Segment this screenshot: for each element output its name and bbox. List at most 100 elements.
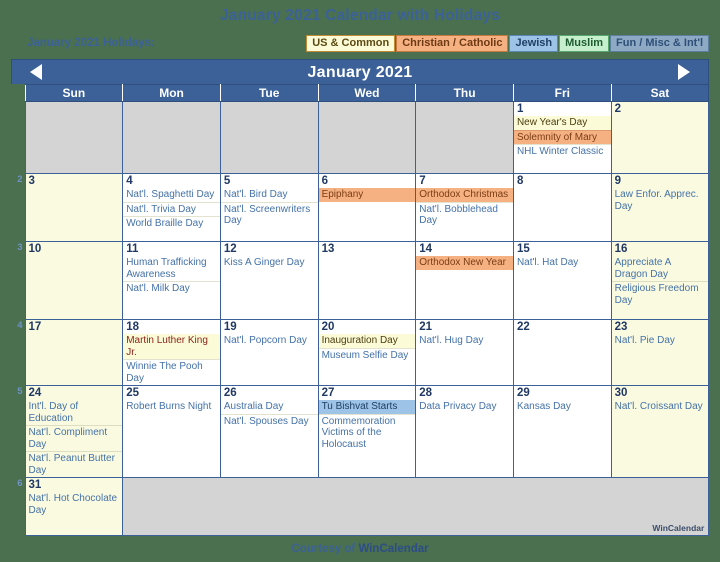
holiday-event[interactable]: Nat'l. Croissant Day	[612, 400, 708, 414]
calendar-day-cell[interactable]: 11 Human Trafficking Awareness Nat'l. Milk…	[122, 241, 221, 320]
page-title: January 2021 Calendar with Holidays	[219, 7, 501, 24]
holiday-event[interactable]: Museum Selfie Day	[319, 347, 415, 363]
holiday-event[interactable]: Epiphany	[319, 188, 415, 202]
holiday-event[interactable]: Winnie The Pooh Day	[123, 359, 220, 385]
holiday-event[interactable]: Law Enfor. Apprec. Day	[612, 188, 708, 213]
previous-month-arrow-icon[interactable]	[30, 64, 42, 80]
calendar-day-cell[interactable]: 24 Int'l. Day of Education Nat'l. Complime…	[24, 385, 124, 478]
holiday-event[interactable]: Nat'l. Compliment Day	[25, 425, 122, 451]
holiday-event[interactable]: Nat'l. Hug Day	[417, 334, 513, 348]
holiday-event[interactable]: Nat'l. Trivia Day	[123, 201, 220, 217]
holiday-event[interactable]: Solemnity of Mary	[514, 129, 611, 144]
holiday-event[interactable]: Kiss A Ginger Day	[221, 256, 317, 270]
calendar-day-cell[interactable]: 29 Kansas Day	[512, 385, 612, 478]
calendar-day-cell[interactable]: 13	[317, 241, 417, 320]
holiday-event[interactable]: World Braille Day	[123, 216, 220, 231]
legend-badge-fun[interactable]: Fun / Misc & Int'l	[610, 34, 709, 52]
calendar-day-cell-empty	[317, 101, 417, 174]
calendar-day-cell[interactable]: 17	[24, 319, 124, 386]
legend-label: January 2021 Holidays:	[27, 37, 155, 49]
calendar-day-cell[interactable]: 14 Orthodox New Year	[415, 241, 514, 320]
calendar-page: January 2021 Calendar with Holidays Janu…	[0, 0, 720, 562]
holiday-event[interactable]: Kansas Day	[514, 400, 610, 414]
holiday-event[interactable]: Nat'l. Bird Day	[221, 188, 317, 202]
day-events: Orthodox Christmas Nat'l. Bobblehead Day	[416, 188, 513, 228]
holiday-event[interactable]: Int'l. Day of Education	[26, 400, 122, 425]
calendar-day-cell[interactable]: 31 Nat'l. Hot Chocolate Day	[24, 477, 124, 536]
wincalendar-watermark: WinCalendar	[652, 523, 705, 533]
day-events: Tu Bishvat Starts Commemoration Victims o…	[319, 400, 415, 452]
day-events: Human Trafficking Awareness Nat'l. Milk D…	[123, 256, 220, 296]
calendar-day-cell[interactable]: 30 Nat'l. Croissant Day	[610, 385, 710, 478]
calendar-day-cell[interactable]: 16 Appreciate A Dragon Day Religious Freed…	[610, 241, 710, 320]
holiday-event[interactable]: Human Trafficking Awareness	[124, 256, 220, 281]
holiday-event[interactable]: New Year's Day	[514, 116, 611, 130]
calendar-grid: Sun Mon Tue Wed Thu Fri Sat 1 New Year's Day Sol…	[11, 84, 710, 536]
day-number: 26	[223, 387, 237, 399]
calendar-day-cell[interactable]: 28 Data Privacy Day	[415, 385, 514, 478]
week-number	[11, 101, 25, 174]
holiday-event[interactable]: Data Privacy Day	[417, 400, 513, 414]
calendar-day-cell[interactable]: 5 Nat'l. Bird Day Nat'l. Screenwriters Day	[219, 173, 319, 242]
holiday-event[interactable]: Orthodox New Year	[416, 256, 513, 270]
day-number: 25	[126, 387, 139, 399]
calendar-day-cell[interactable]: 23 Nat'l. Pie Day	[610, 319, 710, 386]
calendar-day-cell[interactable]: 20 Inauguration Day Museum Selfie Day	[317, 319, 417, 386]
day-number: 4	[126, 175, 133, 187]
calendar-day-cell[interactable]: 9 Law Enfor. Apprec. Day	[610, 173, 710, 242]
calendar-day-cell[interactable]: 26 Australia Day Nat'l. Spouses Day	[219, 385, 319, 478]
holiday-event[interactable]: Nat'l. Bobblehead Day	[416, 201, 513, 228]
calendar-day-cell[interactable]: 21 Nat'l. Hug Day	[415, 319, 514, 386]
calendar-day-cell[interactable]: 4 Nat'l. Spaghetti Day Nat'l. Trivia Day Wo…	[122, 173, 221, 242]
holiday-event[interactable]: Appreciate A Dragon Day	[612, 256, 708, 281]
holiday-event[interactable]: Commemoration Victims of the Holocaust	[319, 413, 415, 452]
calendar-day-cell[interactable]: 6 Epiphany	[317, 173, 417, 242]
calendar-week-row: 5 24 Int'l. Day of Education Nat'l. Complim…	[11, 385, 710, 478]
day-events: Inauguration Day Museum Selfie Day	[319, 334, 415, 363]
holiday-event[interactable]: Robert Burns Night	[124, 400, 220, 414]
holiday-event[interactable]: Nat'l. Popcorn Day	[221, 334, 317, 348]
calendar-day-cell[interactable]: 22	[512, 319, 612, 386]
holiday-event[interactable]: Tu Bishvat Starts	[319, 400, 415, 414]
calendar-day-cell[interactable]: 15 Nat'l. Hat Day	[512, 241, 612, 320]
legend-badge-chr[interactable]: Christian / Catholic	[396, 34, 509, 52]
legend-badge-us[interactable]: US & Common	[306, 34, 396, 52]
holiday-event[interactable]: NHL Winter Classic	[514, 144, 611, 159]
weekday-header-wed: Wed	[317, 84, 417, 102]
legend-badge-jew[interactable]: Jewish	[509, 34, 559, 52]
calendar-day-cell[interactable]: 2	[610, 101, 710, 174]
calendar-day-cell[interactable]: 7 Orthodox Christmas Nat'l. Bobblehead Day	[415, 173, 514, 242]
calendar-day-cell[interactable]: 27 Tu Bishvat Starts Commemoration Victims…	[317, 385, 417, 478]
next-month-arrow-icon[interactable]	[678, 64, 690, 80]
holiday-event[interactable]: Inauguration Day	[319, 334, 415, 348]
calendar-day-cell[interactable]: 19 Nat'l. Popcorn Day	[219, 319, 319, 386]
holiday-event[interactable]: Nat'l. Hot Chocolate Day	[26, 492, 122, 517]
week-number: 5	[11, 385, 25, 478]
holiday-event[interactable]: Orthodox Christmas	[416, 188, 513, 202]
calendar-day-cell[interactable]: 1 New Year's Day Solemnity of Mary NHL Wint…	[512, 101, 612, 174]
holiday-event[interactable]: Nat'l. Hat Day	[514, 256, 610, 270]
calendar-day-cell-empty	[219, 101, 319, 174]
holiday-event[interactable]: Nat'l. Milk Day	[123, 281, 220, 296]
holiday-event[interactable]: Religious Freedom Day	[612, 281, 708, 307]
calendar-day-cell[interactable]: 18 Martin Luther King Jr. Winnie The Pooh …	[122, 319, 221, 386]
holiday-event[interactable]: Nat'l. Spaghetti Day	[124, 188, 220, 202]
holiday-event[interactable]: Nat'l. Pie Day	[612, 334, 708, 348]
calendar-day-cell[interactable]: 3	[24, 173, 124, 242]
calendar-day-cell[interactable]: 12 Kiss A Ginger Day	[219, 241, 319, 320]
calendar-day-cell[interactable]: 8	[512, 173, 612, 242]
calendar-day-cell[interactable]: 25 Robert Burns Night	[122, 385, 221, 478]
legend-badge-mus[interactable]: Muslim	[559, 34, 610, 52]
day-number: 22	[516, 321, 530, 333]
holiday-event[interactable]: Nat'l. Spouses Day	[221, 413, 318, 429]
day-events: Nat'l. Croissant Day	[612, 400, 708, 414]
holiday-event[interactable]: Australia Day	[221, 400, 317, 414]
calendar-day-cell[interactable]: 10	[24, 241, 124, 320]
day-number: 28	[419, 387, 433, 399]
holiday-event[interactable]: Nat'l. Screenwriters Day	[221, 201, 318, 228]
holiday-event[interactable]: Nat'l. Peanut Butter Day	[25, 451, 122, 477]
holiday-event[interactable]: Martin Luther King Jr.	[123, 334, 220, 359]
day-events: Data Privacy Day	[417, 400, 513, 414]
day-events: Orthodox New Year	[416, 256, 513, 270]
day-events: Robert Burns Night	[124, 400, 220, 414]
